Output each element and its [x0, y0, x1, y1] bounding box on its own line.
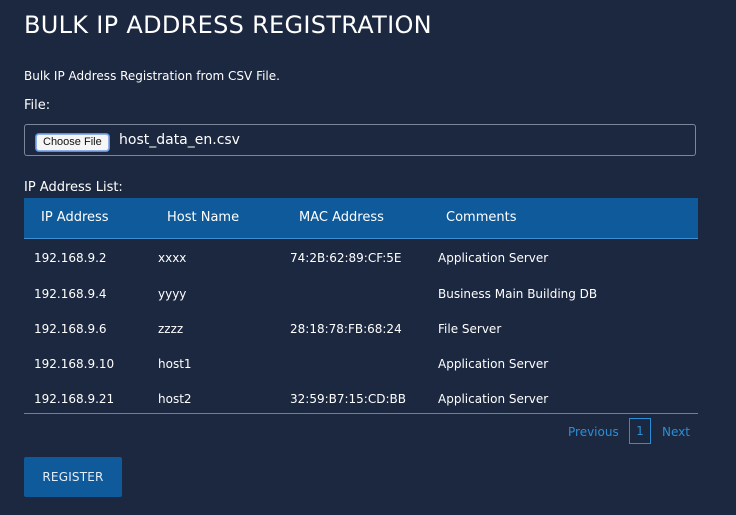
cell-host-name: host2	[158, 392, 192, 406]
cell-comments: Business Main Building DB	[438, 287, 598, 301]
table-row: 192.168.9.6 zzzz 28:18:78:FB:68:24 File Ser…	[24, 310, 698, 345]
table-body: 192.168.9.2 xxxx 74:2B:62:89:CF:5E Applicat…	[24, 239, 698, 415]
cell-host-name: yyyy	[158, 287, 187, 301]
cell-ip-address: 192.168.9.4	[34, 287, 107, 301]
table-row: 192.168.9.10 host1 Application Server	[24, 345, 698, 380]
cell-host-name: host1	[158, 357, 192, 371]
cell-mac-address: 32:59:B7:15:CD:BB	[290, 392, 406, 406]
register-button[interactable]: REGISTER	[24, 457, 122, 497]
cell-mac-address: 74:2B:62:89:CF:5E	[290, 251, 402, 265]
cell-ip-address: 192.168.9.6	[34, 322, 107, 336]
cell-host-name: zzzz	[158, 322, 184, 336]
page-title: BULK IP ADDRESS REGISTRATION	[24, 11, 432, 39]
cell-host-name: xxxx	[158, 251, 187, 265]
column-header-comments: Comments	[446, 210, 517, 225]
cell-ip-address: 192.168.9.2	[34, 251, 107, 265]
pagination-page-current[interactable]: 1	[629, 418, 651, 444]
table-row: 192.168.9.2 xxxx 74:2B:62:89:CF:5E Applicat…	[24, 239, 698, 275]
cell-mac-address: 28:18:78:FB:68:24	[290, 322, 402, 336]
column-header-mac-address: MAC Address	[299, 210, 384, 225]
pagination-next[interactable]: Next	[662, 418, 690, 446]
ip-address-table: IP Address Host Name MAC Address Comment…	[24, 198, 698, 415]
cell-comments: Application Server	[438, 392, 549, 406]
column-header-ip-address: IP Address	[41, 210, 109, 225]
cell-comments: File Server	[438, 322, 502, 336]
table-bottom-border	[24, 413, 698, 414]
table-row: 192.168.9.21 host2 32:59:B7:15:CD:BB Applic…	[24, 380, 698, 415]
table-header: IP Address Host Name MAC Address Comment…	[24, 198, 698, 239]
column-header-host-name: Host Name	[167, 210, 240, 225]
cell-comments: Application Server	[438, 357, 549, 371]
selected-file-name: host_data_en.csv	[119, 132, 240, 148]
cell-ip-address: 192.168.9.21	[34, 392, 115, 406]
cell-comments: Application Server	[438, 251, 549, 265]
cell-ip-address: 192.168.9.10	[34, 357, 115, 371]
choose-file-button[interactable]: Choose File	[36, 134, 109, 151]
page-description: Bulk IP Address Registration from CSV Fi…	[24, 69, 280, 83]
table-row: 192.168.9.4 yyyy Business Main Building DB	[24, 275, 698, 310]
file-input[interactable]: Choose File host_data_en.csv	[24, 124, 696, 156]
ip-list-label: IP Address List:	[24, 180, 123, 195]
pagination-previous[interactable]: Previous	[568, 418, 619, 446]
file-label: File:	[24, 98, 51, 113]
